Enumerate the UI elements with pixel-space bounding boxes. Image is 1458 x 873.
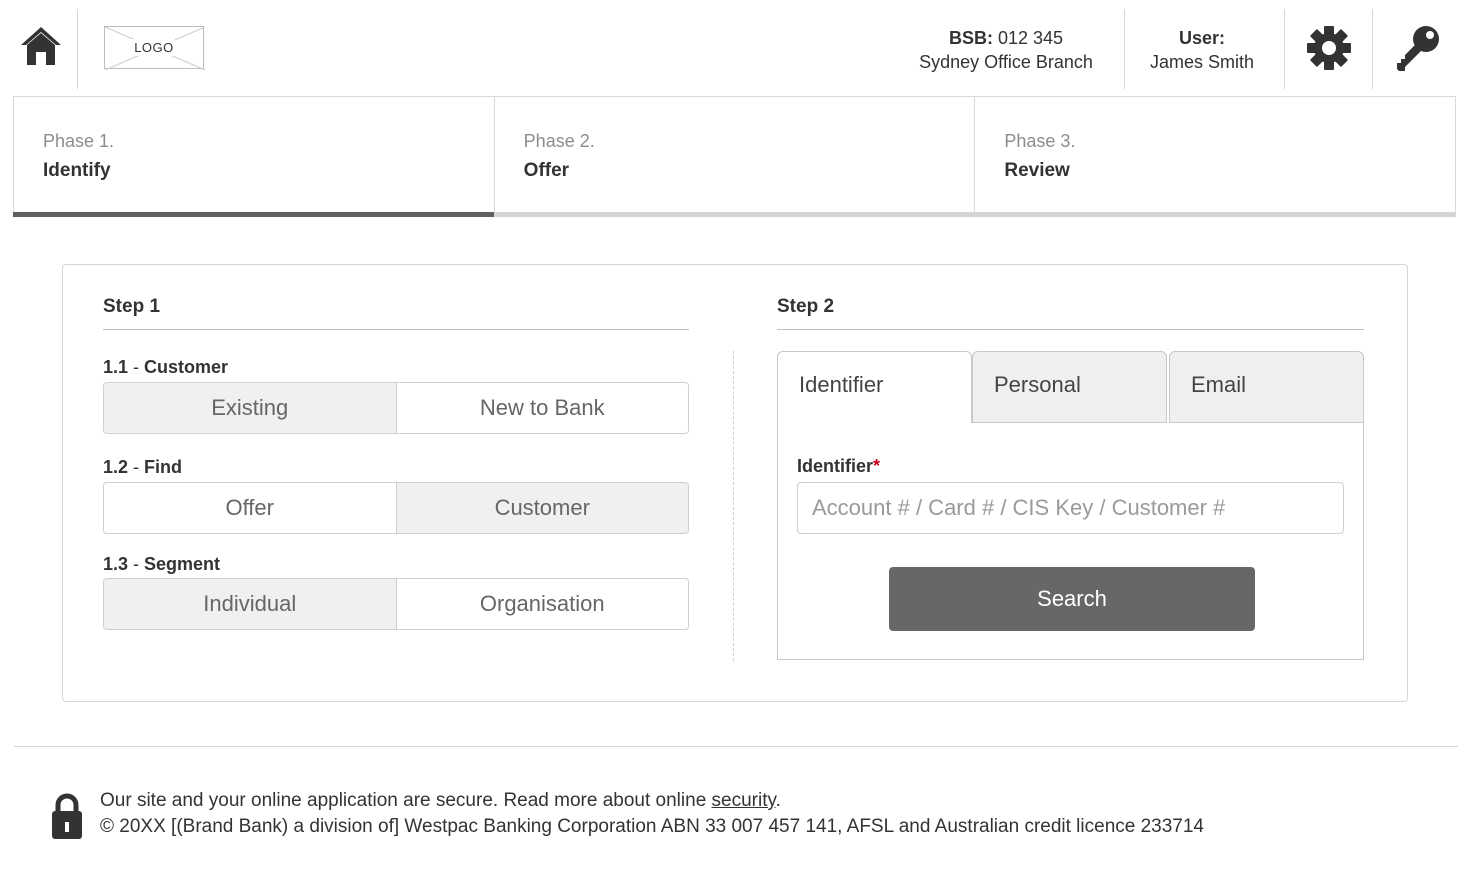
bsb-info: BSB: 012 345 Sydney Office Branch	[900, 26, 1112, 74]
step2-divider	[777, 329, 1364, 330]
new-to-bank-button[interactable]: New to Bank	[395, 383, 688, 433]
step1-title: Step 1	[103, 296, 161, 317]
header-divider	[1124, 9, 1125, 89]
user-info: User: James Smith	[1132, 26, 1272, 74]
key-icon	[1397, 26, 1439, 71]
phase-name: Identify	[43, 160, 111, 181]
phase-progress-bar	[13, 212, 495, 217]
segment-group-label: 1.3 - Segment	[103, 554, 221, 574]
customer-group-label: 1.1 - Customer	[103, 357, 229, 377]
security-link[interactable]: security	[712, 790, 776, 811]
group-label: Segment	[144, 554, 221, 574]
organisation-button[interactable]: Organisation	[395, 579, 688, 629]
group-label: Customer	[144, 357, 229, 377]
identifier-input[interactable]	[797, 482, 1344, 534]
existing-button[interactable]: Existing	[104, 383, 396, 433]
phase-number: Phase 1.	[43, 131, 115, 151]
phase-name: Offer	[523, 160, 570, 181]
security-notice: Our site and your online application are…	[100, 790, 781, 812]
group-number: 1.3	[103, 554, 129, 574]
branch-name: Sydney Office Branch	[919, 52, 1093, 72]
required-mark: *	[873, 456, 881, 476]
phase-review[interactable]: Phase 3. Review	[974, 97, 1457, 217]
step-separator	[733, 351, 734, 661]
app-header: LOGO BSB: 012 345 Sydney Office Branch U…	[0, 0, 1458, 96]
header-divider	[77, 9, 78, 89]
phase-number: Phase 2.	[523, 131, 595, 151]
security-text-end: .	[775, 790, 781, 811]
tab-email[interactable]: Email	[1169, 351, 1364, 423]
identify-tabs: Identifier Personal Email	[777, 351, 1364, 423]
gear-icon	[1307, 26, 1351, 70]
find-toggle: Offer Customer	[103, 482, 689, 534]
step2-title: Step 2	[777, 296, 835, 317]
copyright: © 20XX [(Brand Bank) a division of] West…	[100, 816, 1205, 837]
phase-progress: Phase 1. Identify Phase 2. Offer Phase 3…	[13, 96, 1457, 217]
phase-progress-bar	[493, 212, 976, 217]
individual-button[interactable]: Individual	[104, 579, 396, 629]
logo: LOGO	[104, 26, 205, 70]
security-text: Our site and your online application are…	[100, 790, 712, 811]
customer-toggle: Existing New to Bank	[103, 382, 689, 434]
user-name: James Smith	[1149, 52, 1255, 72]
header-divider	[1372, 9, 1373, 89]
logout-key-button[interactable]	[1390, 20, 1446, 76]
find-offer-button[interactable]: Offer	[104, 483, 396, 533]
phase-number: Phase 3.	[1004, 131, 1076, 151]
search-button[interactable]: Search	[889, 567, 1255, 631]
phase-offer[interactable]: Phase 2. Offer	[493, 97, 976, 217]
header-divider	[1284, 9, 1285, 89]
bsb-value: 012 345	[997, 28, 1064, 48]
lock-icon	[52, 793, 82, 839]
logo-text: LOGO	[133, 39, 175, 56]
identify-card: Step 1 1.1 - Customer Existing New to Ba…	[62, 264, 1408, 702]
find-group-label: 1.2 - Find	[103, 457, 183, 477]
user-label: User:	[1178, 28, 1226, 48]
find-customer-button[interactable]: Customer	[395, 483, 688, 533]
step1-divider	[103, 329, 689, 330]
group-number: 1.1	[103, 357, 129, 377]
phase-identify[interactable]: Phase 1. Identify	[13, 97, 495, 217]
home-button[interactable]	[14, 18, 68, 74]
segment-toggle: Individual Organisation	[103, 578, 689, 630]
tab-identifier[interactable]: Identifier	[777, 351, 972, 423]
tab-personal[interactable]: Personal	[972, 351, 1167, 423]
identifier-label: Identifier*	[797, 456, 880, 477]
home-icon	[21, 27, 61, 65]
settings-button[interactable]	[1301, 20, 1357, 76]
group-label: Find	[144, 457, 183, 477]
group-number: 1.2	[103, 457, 129, 477]
phase-progress-bar	[974, 212, 1457, 217]
identifier-label-text: Identifier	[797, 456, 874, 476]
bsb-label: BSB:	[948, 28, 993, 48]
footer-divider	[14, 746, 1458, 747]
phase-name: Review	[1004, 160, 1070, 181]
